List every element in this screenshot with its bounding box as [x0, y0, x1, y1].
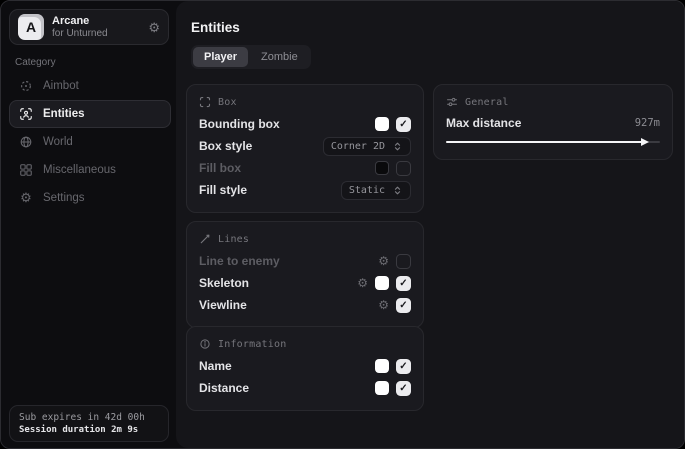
- sidebar-item-label: Aimbot: [43, 80, 79, 92]
- sidebar-item-label: Settings: [43, 192, 85, 204]
- sidebar-nav: Aimbot Entities World: [9, 72, 171, 212]
- box-corners-icon: [199, 96, 211, 108]
- color-swatch[interactable]: [375, 359, 389, 373]
- general-section: General Max distance 927m: [433, 84, 673, 160]
- sub-expiry-text: Sub expires in 42d 00h: [19, 412, 159, 423]
- box-section: Box Bounding box Box style Corner 2D: [186, 84, 424, 213]
- row-max-distance: Max distance 927m: [446, 113, 660, 133]
- bounding-box-checkbox[interactable]: [396, 117, 411, 132]
- row-bounding-box: Bounding box: [199, 113, 411, 135]
- brand-card: A Arcane for Unturned ⚙: [9, 9, 169, 45]
- skeleton-checkbox[interactable]: [396, 276, 411, 291]
- sidebar-item-miscellaneous[interactable]: Miscellaneous: [9, 156, 171, 184]
- unfold-icon: [392, 141, 403, 152]
- sidebar-item-aimbot[interactable]: Aimbot: [9, 72, 171, 100]
- gear-icon: ⚙: [19, 191, 33, 205]
- color-swatch[interactable]: [375, 117, 389, 131]
- category-label: Category: [15, 57, 56, 68]
- row-distance: Distance: [199, 377, 411, 399]
- row-line-to-enemy: Line to enemy ⚙: [199, 250, 411, 272]
- tab-zombie[interactable]: Zombie: [250, 47, 309, 67]
- sidebar-item-entities[interactable]: Entities: [9, 100, 171, 128]
- sidebar-item-label: Miscellaneous: [43, 164, 116, 176]
- brand-gear-icon[interactable]: ⚙: [148, 21, 160, 34]
- distance-checkbox[interactable]: [396, 381, 411, 396]
- color-swatch[interactable]: [375, 161, 389, 175]
- grid-icon: [19, 163, 33, 177]
- sidebar-item-label: Entities: [43, 108, 85, 120]
- color-swatch[interactable]: [375, 276, 389, 290]
- lines-section: Lines Line to enemy ⚙ Skeleton ⚙ Viewlin…: [186, 221, 424, 328]
- sidebar-item-label: World: [43, 136, 73, 148]
- section-title: General: [465, 97, 509, 108]
- app-logo: A: [18, 14, 44, 40]
- sidebar: A Arcane for Unturned ⚙ Category Aimbot: [1, 1, 176, 448]
- viewline-checkbox[interactable]: [396, 298, 411, 313]
- fill-style-dropdown[interactable]: Static: [341, 181, 411, 200]
- skeleton-settings-gear-icon[interactable]: ⚙: [357, 277, 368, 289]
- globe-icon: [19, 135, 33, 149]
- viewline-settings-gear-icon[interactable]: ⚙: [378, 299, 389, 311]
- row-fill-style: Fill style Static: [199, 179, 411, 201]
- sliders-icon: [446, 96, 458, 108]
- subscription-card: Sub expires in 42d 00h Session duration …: [9, 405, 169, 442]
- sidebar-item-world[interactable]: World: [9, 128, 171, 156]
- tab-player[interactable]: Player: [193, 47, 248, 67]
- row-box-style: Box style Corner 2D: [199, 135, 411, 157]
- main-panel: Entities Player Zombie Box Bounding box: [176, 1, 684, 448]
- row-name: Name: [199, 355, 411, 377]
- page-title: Entities: [191, 20, 240, 35]
- app-name: Arcane: [52, 15, 140, 28]
- app-subtitle: for Unturned: [52, 28, 140, 40]
- line-settings-gear-icon[interactable]: ⚙: [378, 255, 389, 267]
- section-title: Box: [218, 97, 237, 108]
- entity-tabs: Player Zombie: [191, 45, 311, 69]
- max-distance-slider[interactable]: [446, 136, 660, 148]
- crosshair-icon: [19, 79, 33, 93]
- section-title: Lines: [218, 234, 249, 245]
- line-icon: [199, 233, 211, 245]
- fill-box-checkbox[interactable]: [396, 161, 411, 176]
- sidebar-item-settings[interactable]: ⚙ Settings: [9, 184, 171, 212]
- scan-person-icon: [19, 107, 33, 121]
- unfold-icon: [392, 185, 403, 196]
- color-swatch[interactable]: [375, 381, 389, 395]
- box-style-dropdown[interactable]: Corner 2D: [323, 137, 411, 156]
- row-skeleton: Skeleton ⚙: [199, 272, 411, 294]
- row-viewline: Viewline ⚙: [199, 294, 411, 316]
- name-checkbox[interactable]: [396, 359, 411, 374]
- information-section: Information Name Distance: [186, 326, 424, 411]
- line-to-enemy-checkbox[interactable]: [396, 254, 411, 269]
- app-window: A Arcane for Unturned ⚙ Category Aimbot: [0, 0, 685, 449]
- session-duration-text: Session duration 2m 9s: [19, 425, 159, 435]
- row-fill-box: Fill box: [199, 157, 411, 179]
- max-distance-value: 927m: [635, 117, 660, 129]
- info-icon: [199, 338, 211, 350]
- slider-thumb[interactable]: [641, 138, 649, 146]
- section-title: Information: [218, 339, 286, 350]
